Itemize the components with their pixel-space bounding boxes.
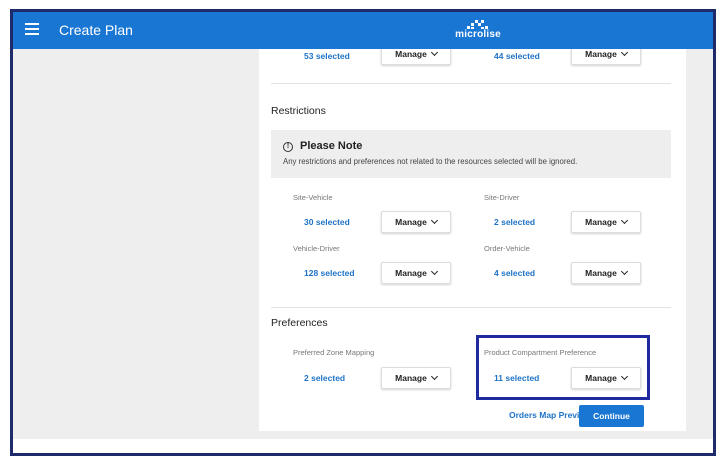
site-vehicle-manage-button[interactable]: Manage (381, 211, 451, 233)
top-right-selected-link[interactable]: 44 selected (494, 51, 540, 61)
site-driver-manage-button[interactable]: Manage (571, 211, 641, 233)
vehicle-driver-selected-link[interactable]: 128 selected (304, 268, 355, 278)
divider (271, 83, 671, 84)
preferred-zone-mapping-selected-link[interactable]: 2 selected (304, 373, 345, 383)
note-text: Any restrictions and preferences not rel… (283, 157, 578, 166)
brand-logo: microlise (453, 18, 503, 40)
manage-label: Manage (395, 49, 427, 59)
top-left-manage-button[interactable]: Manage (381, 49, 451, 65)
divider (271, 307, 671, 308)
manage-label: Manage (585, 217, 617, 227)
top-resource-row: 53 selected Manage 44 selected Manage (259, 49, 686, 67)
top-right-manage-button[interactable]: Manage (571, 49, 641, 65)
restrictions-title: Restrictions (271, 105, 326, 117)
top-left-selected-link[interactable]: 53 selected (304, 51, 350, 61)
note-title: Please Note (300, 140, 363, 152)
chevron-down-icon (620, 49, 628, 57)
app-window: Create Plan microlise 53 selected Manage… (10, 9, 716, 456)
manage-label: Manage (395, 217, 427, 227)
continue-button[interactable]: Continue (579, 405, 644, 427)
preferred-zone-mapping-manage-button[interactable]: Manage (381, 367, 451, 389)
info-icon: ! (283, 142, 293, 152)
order-vehicle-manage-button[interactable]: Manage (571, 262, 641, 284)
menu-icon[interactable] (25, 23, 39, 35)
chevron-down-icon (430, 267, 438, 276)
site-vehicle-selected-link[interactable]: 30 selected (304, 217, 350, 227)
page-title: Create Plan (59, 22, 133, 38)
chevron-down-icon (430, 372, 438, 381)
manage-label: Manage (395, 373, 427, 383)
vehicle-driver-manage-button[interactable]: Manage (381, 262, 451, 284)
site-driver-label: Site-Driver (484, 193, 520, 202)
order-vehicle-selected-link[interactable]: 4 selected (494, 268, 535, 278)
highlight-box (476, 335, 650, 400)
site-vehicle-label: Site-Vehicle (293, 193, 333, 202)
order-vehicle-label: Order-Vehicle (484, 244, 530, 253)
bottom-strip (13, 439, 713, 453)
please-note-box: ! Please Note Any restrictions and prefe… (271, 130, 671, 178)
chevron-down-icon (430, 49, 438, 57)
manage-label: Manage (395, 268, 427, 278)
manage-label: Manage (585, 268, 617, 278)
brand-name: microlise (455, 29, 501, 40)
preferred-zone-mapping-label: Preferred Zone Mapping (293, 348, 375, 357)
chevron-down-icon (620, 267, 628, 276)
top-bar: Create Plan microlise (13, 12, 713, 49)
manage-label: Manage (585, 49, 617, 59)
chevron-down-icon (430, 216, 438, 225)
preferences-title: Preferences (271, 317, 328, 329)
site-driver-selected-link[interactable]: 2 selected (494, 217, 535, 227)
create-plan-panel: 53 selected Manage 44 selected Manage Re… (259, 49, 686, 431)
vehicle-driver-label: Vehicle-Driver (293, 244, 340, 253)
chevron-down-icon (620, 216, 628, 225)
